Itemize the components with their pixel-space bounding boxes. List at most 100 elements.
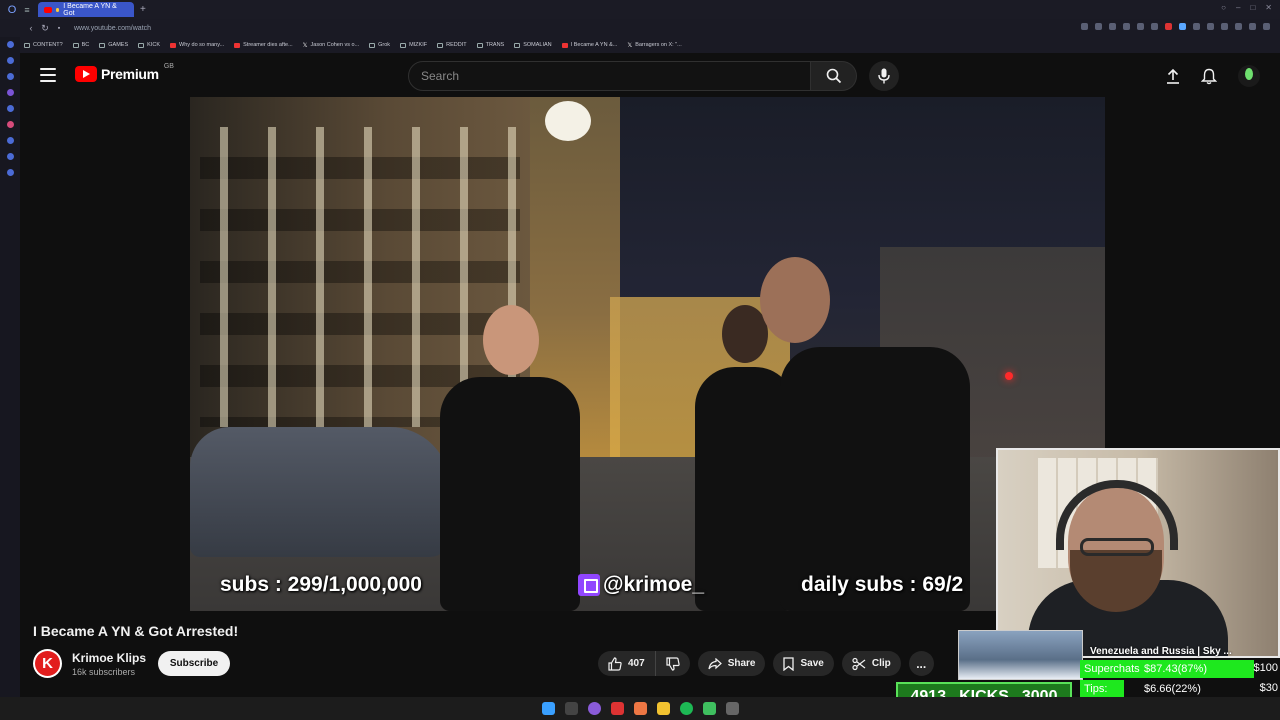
sidebar-bookmark-icon[interactable] — [6, 57, 14, 64]
taskbar-spotify-icon[interactable] — [679, 702, 693, 715]
folder-icon — [99, 42, 106, 48]
folder-icon — [72, 42, 79, 48]
more-actions-button[interactable]: ... — [908, 651, 934, 676]
bookmarks-bar: CONTENT? BC GAMES KICK Why do so many... Stre… — [0, 37, 1280, 53]
video-player[interactable]: subs : 299/1,000,000 @krimoe_ daily subs… — [190, 97, 1105, 611]
bookmark-item[interactable]: I Became A YN &... — [561, 42, 617, 48]
back-icon[interactable]: ‹ — [24, 23, 38, 33]
sidebar-home-icon[interactable] — [6, 41, 14, 48]
bookmark-icon[interactable] — [1109, 23, 1116, 30]
search-input[interactable]: Search — [408, 61, 811, 91]
browser-tab-active[interactable]: I Became A YN & Got — [38, 2, 134, 17]
bookmark-label: MIZKIF — [409, 42, 428, 48]
maximize-icon[interactable]: □ — [1250, 3, 1255, 12]
upload-button[interactable] — [1158, 61, 1188, 91]
bookmark-item[interactable]: MIZKIF — [400, 42, 427, 48]
search-tabs-icon[interactable]: ○ — [1221, 3, 1226, 12]
goal-row: Tips: $6.66(22%) $30 — [1080, 679, 1280, 699]
like-button[interactable]: 407 — [598, 651, 656, 676]
channel-avatar[interactable]: K — [33, 649, 62, 678]
close-icon[interactable]: ✕ — [1265, 3, 1272, 12]
sidebar-twitch-icon[interactable] — [6, 89, 14, 96]
reload-icon[interactable]: ↻ — [38, 23, 52, 34]
snapshot-icon[interactable] — [1123, 23, 1130, 30]
taskbar-obs-icon[interactable] — [633, 702, 647, 715]
bookmark-item[interactable]: Why do so many... — [170, 42, 224, 48]
minimize-icon[interactable]: – — [1236, 3, 1240, 12]
camera-icon[interactable] — [1095, 23, 1102, 30]
bookmark-label: TRANS — [485, 42, 505, 48]
ai-icon[interactable] — [1249, 23, 1256, 30]
taskbar-app-icon[interactable] — [702, 702, 716, 715]
taskbar-search-icon[interactable] — [564, 702, 578, 715]
bookmark-item[interactable]: TRANS — [476, 42, 505, 48]
notifications-button[interactable] — [1194, 61, 1224, 91]
sidebar-instagram-icon[interactable] — [6, 121, 14, 128]
bookmark-item[interactable]: 𝕏 Barragers on X: "... — [627, 42, 681, 49]
bookmark-item[interactable]: 𝕏 Jason Cohen vs o... — [303, 42, 359, 49]
streamer-webcam — [996, 448, 1280, 658]
easy-setup-icon[interactable] — [1235, 23, 1242, 30]
youtube-premium-logo[interactable]: Premium GB — [75, 63, 174, 82]
clip-button[interactable]: Clip — [841, 651, 901, 676]
bookmark-label: Jason Cohen vs o... — [310, 42, 360, 48]
account-avatar[interactable] — [1238, 65, 1260, 87]
menu-icon[interactable] — [1263, 23, 1270, 30]
puzzle-icon[interactable] — [1221, 23, 1228, 30]
bookmark-item[interactable]: KICK — [138, 42, 160, 48]
save-label: Save — [800, 658, 824, 669]
audio-playing-icon — [55, 7, 60, 12]
heart-icon[interactable] — [1151, 23, 1158, 30]
opera-logo-icon[interactable]: O — [4, 2, 20, 18]
bookmark-item[interactable]: CONTENT? — [24, 42, 63, 48]
folder-icon — [400, 42, 407, 48]
download-icon[interactable] — [1193, 23, 1200, 30]
bookmark-label: Why do so many... — [179, 42, 225, 48]
search-button[interactable] — [811, 61, 857, 91]
bookmark-item[interactable]: GAMES — [99, 42, 128, 48]
taskbar-opera-icon[interactable] — [610, 702, 624, 715]
tab-menu-icon[interactable]: ≡ — [20, 5, 34, 15]
subscribe-button[interactable]: Subscribe — [158, 651, 230, 676]
upload-icon — [1167, 68, 1179, 84]
webcam-glasses — [1080, 538, 1154, 556]
sidebar-clock-icon[interactable] — [6, 153, 14, 160]
channel-name[interactable]: Krimoe Klips — [72, 651, 146, 665]
sidebar-messenger-icon[interactable] — [6, 105, 14, 112]
bookmark-item[interactable]: Streamer dies afte... — [234, 42, 293, 48]
youtube-masthead: Premium GB Search — [20, 53, 1280, 97]
windows-start-icon[interactable] — [541, 702, 555, 715]
taskbar-file-explorer-icon[interactable] — [656, 702, 670, 715]
sidebar-settings-icon[interactable] — [6, 169, 14, 176]
video-scene-traffic-light — [1005, 372, 1013, 380]
taskbar-grid-icon[interactable] — [725, 702, 739, 715]
wallet-icon[interactable] — [1207, 23, 1214, 30]
share-button[interactable]: Share — [697, 651, 766, 676]
folder-icon — [514, 42, 521, 48]
bookmark-item[interactable]: Grok — [369, 42, 390, 48]
bookmark-item[interactable]: REDDIT — [437, 42, 467, 48]
dislike-button[interactable] — [656, 651, 690, 676]
voice-search-button[interactable] — [869, 61, 899, 91]
video-scene-head-left — [483, 305, 539, 375]
guide-menu-icon[interactable] — [40, 68, 56, 82]
save-button[interactable]: Save — [773, 651, 834, 676]
bookmark-item[interactable]: SOMALIAN — [514, 42, 552, 48]
goal-target: $30 — [1259, 682, 1278, 694]
extension-icon[interactable] — [1179, 23, 1186, 30]
bookmark-label: Streamer dies afte... — [243, 42, 293, 48]
shield-icon[interactable] — [1137, 23, 1144, 30]
video-scene-clock-face — [545, 101, 591, 141]
record-icon[interactable] — [1165, 23, 1172, 30]
reddit-icon — [234, 42, 241, 48]
folder-icon — [437, 42, 444, 48]
sidebar-history-icon[interactable] — [6, 73, 14, 80]
share-icon — [708, 657, 722, 669]
zoom-icon[interactable] — [1081, 23, 1088, 30]
url-field[interactable]: www.youtube.com/watch — [74, 25, 151, 32]
bookmark-item[interactable]: BC — [72, 42, 89, 48]
sidebar-player-icon[interactable] — [6, 137, 14, 144]
bookmark-label: KICK — [147, 42, 160, 48]
new-tab-icon[interactable]: + — [140, 4, 146, 15]
taskbar-discord-icon[interactable] — [587, 702, 601, 715]
